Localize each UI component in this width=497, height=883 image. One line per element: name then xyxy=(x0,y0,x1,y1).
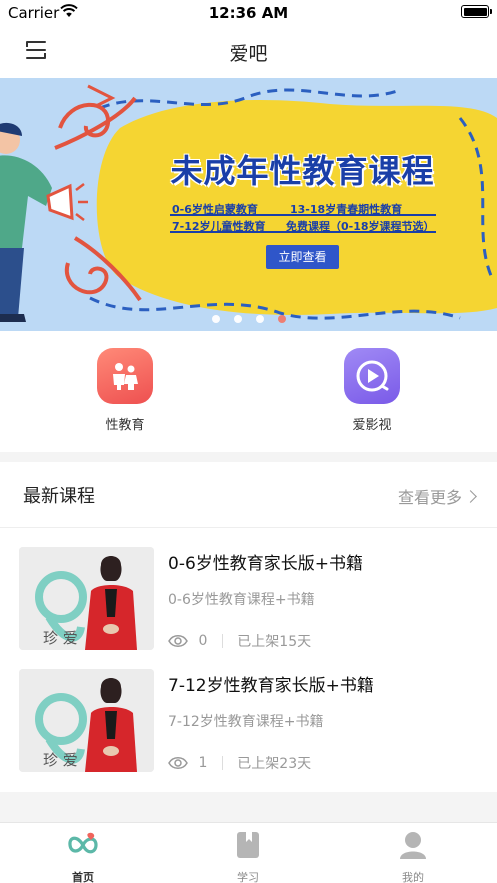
view-now-button[interactable]: 立即查看 xyxy=(266,245,339,269)
tab-bar: 首页 学习 我的 xyxy=(0,822,497,883)
tab-home[interactable]: 首页 xyxy=(43,829,123,883)
meta-divider xyxy=(221,756,223,770)
course-title: 0-6岁性教育家长版+书籍 xyxy=(168,554,364,574)
page-title: 爱吧 xyxy=(229,43,268,65)
view-more-label: 查看更多 xyxy=(397,488,462,507)
carousel-dot[interactable] xyxy=(211,315,220,323)
view-count: 0 xyxy=(198,633,208,649)
carousel-indicator[interactable] xyxy=(0,308,497,327)
tab-label: 我的 xyxy=(402,871,424,883)
section-title: 最新课程 xyxy=(21,482,97,508)
course-meta: 1 已上架23天 xyxy=(168,753,312,772)
battery-icon xyxy=(461,5,492,18)
tab-profile[interactable]: 我的 xyxy=(373,829,453,883)
quick-entries: 性教育 爱影视 xyxy=(0,331,497,452)
app-screen: Carrier 12:36 AM 爱吧 未成年性教育课程 0-6岁性启蒙教育 1… xyxy=(0,0,497,883)
book-icon xyxy=(237,832,259,858)
view-count: 1 xyxy=(198,755,208,771)
thumbnail-caption: 珍 爱 xyxy=(43,629,78,647)
tab-study[interactable]: 学习 xyxy=(208,829,288,883)
banner-divider xyxy=(170,231,436,233)
tab-label: 学习 xyxy=(237,871,259,883)
course-thumbnail: 珍 爱 xyxy=(19,669,154,772)
latest-courses-section: 最新课程 查看更多 珍 爱 0-6岁性教育家长版+书籍 0-6岁性教育课程+书籍 xyxy=(0,462,497,792)
banner-divider xyxy=(170,214,436,216)
nav-bar: 爱吧 xyxy=(0,26,497,78)
tab-label: 首页 xyxy=(72,871,94,883)
course-item[interactable]: 珍 爱 0-6岁性教育家长版+书籍 0-6岁性教育课程+书籍 0 已上架15天 xyxy=(0,547,497,651)
view-more-link[interactable]: 查看更多 xyxy=(397,484,477,508)
banner-title: 未成年性教育课程 xyxy=(170,152,435,190)
status-bar: Carrier 12:36 AM xyxy=(0,0,497,26)
eye-icon xyxy=(168,635,188,647)
course-meta: 0 已上架15天 xyxy=(168,631,312,650)
course-title: 7-12岁性教育家长版+书籍 xyxy=(168,676,374,696)
promo-banner[interactable]: 未成年性教育课程 0-6岁性启蒙教育 13-18岁青春期性教育 7-12岁儿童性… xyxy=(0,78,497,331)
clock: 12:36 AM xyxy=(208,4,289,22)
quick-entry-label: 性教育 xyxy=(105,418,145,433)
course-subtitle: 7-12岁性教育课程+书籍 xyxy=(168,714,324,730)
eye-icon xyxy=(168,757,188,769)
course-item[interactable]: 珍 爱 7-12岁性教育家长版+书籍 7-12岁性教育课程+书籍 1 已上架23… xyxy=(0,669,497,773)
shelf-time: 已上架15天 xyxy=(237,634,312,650)
carousel-dot[interactable] xyxy=(255,315,264,323)
thumbnail-caption: 珍 爱 xyxy=(43,751,78,769)
quick-entry-sex-education[interactable]: 性教育 xyxy=(80,348,170,433)
chevron-right-icon xyxy=(464,490,477,503)
course-subtitle: 0-6岁性教育课程+书籍 xyxy=(168,592,315,608)
carousel-dot[interactable] xyxy=(233,315,242,323)
play-icon xyxy=(344,348,400,404)
course-thumbnail: 珍 爱 xyxy=(19,547,154,650)
home-icon xyxy=(68,832,98,854)
family-icon xyxy=(97,348,153,404)
carousel-dot-active[interactable] xyxy=(277,315,286,323)
shelf-time: 已上架23天 xyxy=(237,756,312,772)
quick-entry-movies[interactable]: 爱影视 xyxy=(327,348,417,433)
quick-entry-label: 爱影视 xyxy=(352,418,392,433)
section-header: 最新课程 查看更多 xyxy=(0,462,497,528)
meta-divider xyxy=(221,634,223,648)
profile-icon xyxy=(400,832,426,859)
